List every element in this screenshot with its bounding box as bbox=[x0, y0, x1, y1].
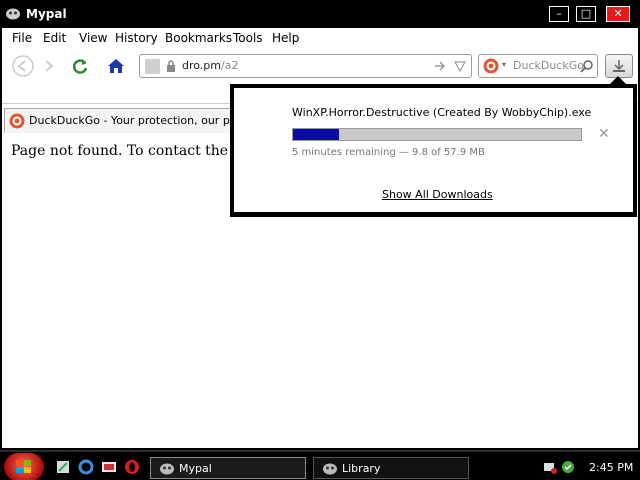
site-identity-icon[interactable] bbox=[145, 59, 160, 74]
search-box[interactable]: ▾ DuckDuckGo bbox=[478, 54, 598, 78]
window-title: Mypal bbox=[26, 7, 67, 21]
lock-icon bbox=[167, 60, 175, 72]
search-placeholder: DuckDuckGo bbox=[513, 59, 584, 72]
url-host: dro.pm bbox=[182, 59, 221, 72]
maximize-button[interactable]: □ bbox=[576, 6, 596, 22]
library-task-icon bbox=[323, 463, 337, 475]
duckduckgo-favicon-icon bbox=[9, 113, 25, 129]
forward-icon[interactable] bbox=[40, 57, 58, 75]
taskbar-mypal[interactable]: Mypal bbox=[150, 457, 306, 479]
start-button[interactable] bbox=[4, 453, 44, 480]
search-icon[interactable] bbox=[580, 59, 594, 73]
menu-edit[interactable]: Edit bbox=[43, 31, 66, 45]
menu-bookmarks[interactable]: Bookmarks bbox=[165, 31, 232, 45]
engine-dropdown-icon[interactable]: ▾ bbox=[502, 60, 506, 69]
url-path: /a2 bbox=[221, 59, 239, 72]
bookmark-star-icon[interactable] bbox=[454, 60, 466, 72]
taskbar-library[interactable]: Library bbox=[313, 457, 469, 479]
menu-file[interactable]: File bbox=[12, 31, 32, 45]
show-all-downloads-link[interactable]: Show All Downloads bbox=[382, 188, 493, 201]
download-filename[interactable]: WinXP.Horror.Destructive (Created By Wob… bbox=[292, 106, 591, 119]
internet-explorer-icon[interactable] bbox=[78, 459, 94, 475]
url-text[interactable]: dro.pm/a2 bbox=[182, 59, 238, 72]
home-icon[interactable] bbox=[106, 56, 126, 76]
menu-view[interactable]: View bbox=[79, 31, 107, 45]
mypal-task-icon bbox=[160, 463, 174, 475]
taskbar: Mypal Library 2:45 PM bbox=[0, 450, 640, 480]
tray-network-icon[interactable] bbox=[543, 460, 557, 474]
cancel-download-icon[interactable]: ✕ bbox=[598, 126, 610, 142]
reload-icon[interactable] bbox=[70, 56, 90, 76]
downloads-button[interactable] bbox=[605, 54, 633, 78]
download-progress-fill bbox=[293, 129, 340, 140]
windows-logo-icon bbox=[16, 460, 31, 473]
tab-label: DuckDuckGo - Your protection, our priori… bbox=[29, 114, 234, 127]
show-all-downloads-label: Show All Downloads bbox=[382, 188, 493, 201]
menu-help[interactable]: Help bbox=[272, 31, 299, 45]
tray-shield-icon[interactable] bbox=[561, 460, 575, 474]
quicklaunch-tool-icon[interactable] bbox=[55, 459, 71, 475]
taskbar-mypal-label: Mypal bbox=[179, 462, 212, 475]
download-status: 5 minutes remaining — 9.8 of 57.9 MB bbox=[292, 147, 485, 158]
mypal-app-icon bbox=[6, 8, 20, 20]
back-icon[interactable] bbox=[12, 55, 34, 77]
address-bar[interactable]: dro.pm/a2 bbox=[139, 54, 472, 78]
download-progress-bar bbox=[292, 128, 582, 141]
panel-arrow bbox=[610, 76, 626, 84]
duckduckgo-engine-icon[interactable] bbox=[483, 58, 499, 74]
minimize-button[interactable]: – bbox=[549, 6, 569, 22]
menu-tools[interactable]: Tools bbox=[233, 31, 263, 45]
quicklaunch-media-icon[interactable] bbox=[101, 459, 117, 475]
title-bar: Mypal – □ ✕ bbox=[0, 0, 640, 28]
downloads-panel-body: WinXP.Horror.Destructive (Created By Wob… bbox=[234, 88, 633, 212]
go-arrow-icon[interactable] bbox=[434, 60, 446, 72]
close-button[interactable]: ✕ bbox=[606, 6, 630, 22]
taskbar-clock: 2:45 PM bbox=[589, 461, 634, 474]
opera-icon[interactable] bbox=[124, 459, 140, 475]
download-arrow-icon bbox=[613, 60, 625, 72]
menu-history[interactable]: History bbox=[115, 31, 158, 45]
menu-bar: File Edit View History Bookmarks Tools H… bbox=[2, 28, 638, 49]
downloads-panel: WinXP.Horror.Destructive (Created By Wob… bbox=[230, 76, 637, 217]
taskbar-library-label: Library bbox=[342, 462, 381, 475]
tab-duckduckgo[interactable]: DuckDuckGo - Your protection, our priori… bbox=[4, 108, 234, 133]
